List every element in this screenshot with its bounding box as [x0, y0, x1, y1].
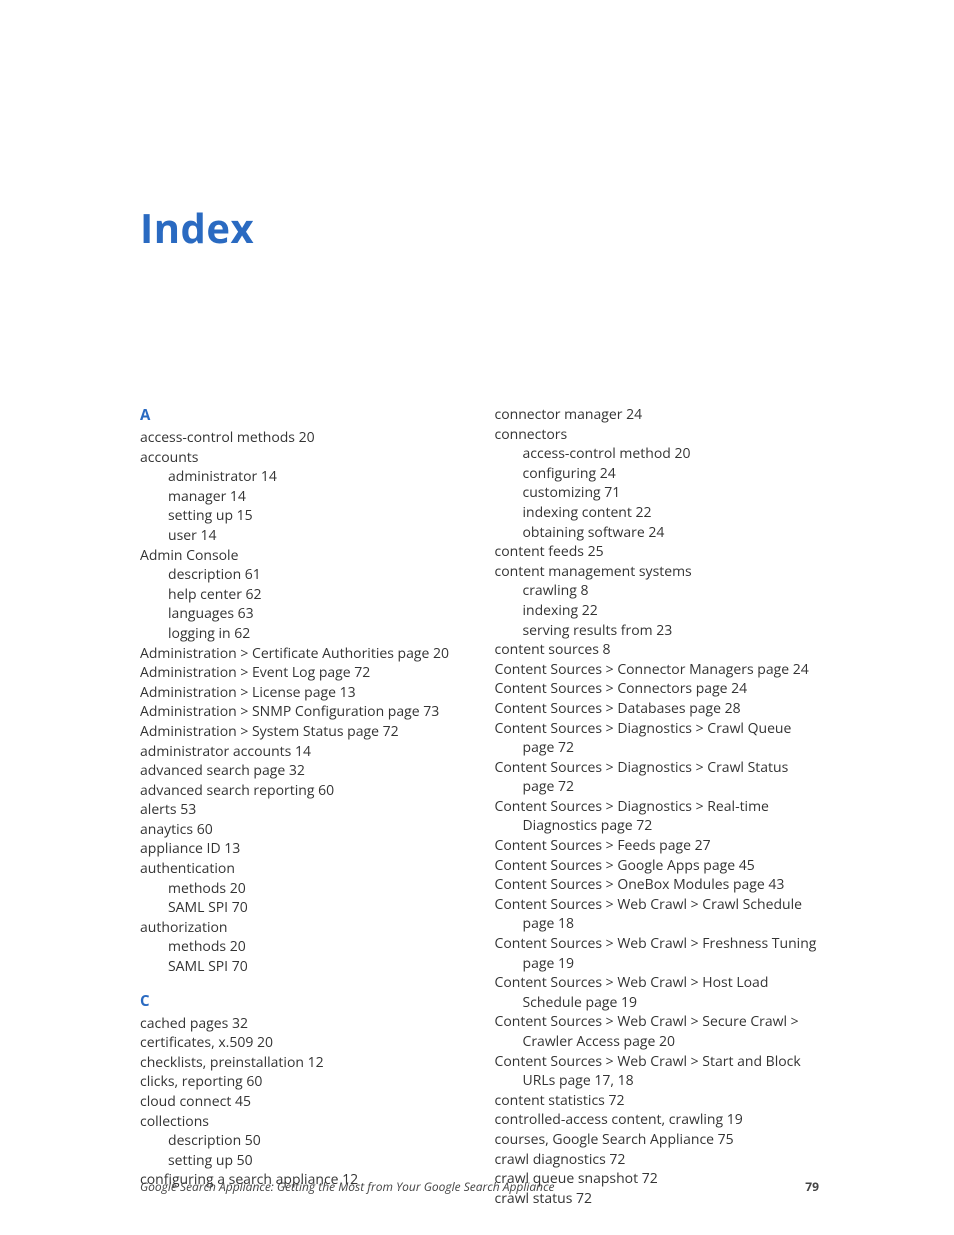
index-entry: administrator accounts 14 [140, 742, 465, 762]
index-subentry: indexing content 22 [495, 503, 820, 523]
index-entry: Content Sources > Web Crawl > Secure Cra… [495, 1012, 820, 1051]
index-entry: content management systems [495, 562, 820, 582]
index-entry: Administration > SNMP Configuration page… [140, 702, 465, 722]
index-entry: content statistics 72 [495, 1091, 820, 1111]
index-subentry: help center 62 [140, 585, 465, 605]
index-entry: connectors [495, 425, 820, 445]
index-subentry: manager 14 [140, 487, 465, 507]
index-subentry: indexing 22 [495, 601, 820, 621]
index-subentry: logging in 62 [140, 624, 465, 644]
index-entry: Administration > Certificate Authorities… [140, 644, 465, 664]
index-subentry: description 61 [140, 565, 465, 585]
index-entry: anaytics 60 [140, 820, 465, 840]
index-entry: certificates, x.509 20 [140, 1033, 465, 1053]
index-subentry: user 14 [140, 526, 465, 546]
index-entry: courses, Google Search Appliance 75 [495, 1130, 820, 1150]
index-entry: Content Sources > Connectors page 24 [495, 679, 820, 699]
index-entry: Content Sources > Web Crawl > Start and … [495, 1052, 820, 1091]
index-subentry: obtaining software 24 [495, 523, 820, 543]
index-subentry: access-control method 20 [495, 444, 820, 464]
index-subentry: SAML SPI 70 [140, 898, 465, 918]
index-entry: Content Sources > Web Crawl > Host Load … [495, 973, 820, 1012]
index-entry: Admin Console [140, 546, 465, 566]
index-entry: content sources 8 [495, 640, 820, 660]
section-letter-a: A [140, 405, 465, 426]
index-entry: Content Sources > Diagnostics > Crawl Qu… [495, 719, 820, 758]
index-entry: appliance ID 13 [140, 839, 465, 859]
index-entry: Administration > License page 13 [140, 683, 465, 703]
index-entry: advanced search reporting 60 [140, 781, 465, 801]
index-subentry: configuring 24 [495, 464, 820, 484]
index-subentry: serving results from 23 [495, 621, 820, 641]
index-subentry: setting up 15 [140, 506, 465, 526]
index-entry: Administration > System Status page 72 [140, 722, 465, 742]
index-entry: checklists, preinstallation 12 [140, 1053, 465, 1073]
document-page: Index Aaccess-control methods 20accounts… [0, 0, 954, 1235]
index-entry: clicks, reporting 60 [140, 1072, 465, 1092]
index-entry: connector manager 24 [495, 405, 820, 425]
index-entry: cloud connect 45 [140, 1092, 465, 1112]
index-subentry: description 50 [140, 1131, 465, 1151]
index-columns: Aaccess-control methods 20accountsadmini… [140, 405, 819, 1208]
index-entry: Content Sources > Connector Managers pag… [495, 660, 820, 680]
index-entry: Content Sources > Web Crawl > Freshness … [495, 934, 820, 973]
index-entry: Administration > Event Log page 72 [140, 663, 465, 683]
index-entry: crawl diagnostics 72 [495, 1150, 820, 1170]
page-footer: Google Search Appliance: Getting the Mos… [140, 1178, 819, 1195]
index-entry: Content Sources > Web Crawl > Crawl Sche… [495, 895, 820, 934]
index-subentry: languages 63 [140, 604, 465, 624]
index-entry: Content Sources > Databases page 28 [495, 699, 820, 719]
index-subentry: crawling 8 [495, 581, 820, 601]
index-entry: cached pages 32 [140, 1014, 465, 1034]
index-subentry: setting up 50 [140, 1151, 465, 1171]
index-entry: content feeds 25 [495, 542, 820, 562]
index-entry: Content Sources > OneBox Modules page 43 [495, 875, 820, 895]
index-subentry: administrator 14 [140, 467, 465, 487]
index-entry: Content Sources > Diagnostics > Real-tim… [495, 797, 820, 836]
index-entry: authentication [140, 859, 465, 879]
index-subentry: customizing 71 [495, 483, 820, 503]
index-entry: Content Sources > Diagnostics > Crawl St… [495, 758, 820, 797]
index-entry: Content Sources > Feeds page 27 [495, 836, 820, 856]
index-entry: advanced search page 32 [140, 761, 465, 781]
footer-page-number: 79 [805, 1178, 819, 1195]
index-entry: alerts 53 [140, 800, 465, 820]
index-entry: access-control methods 20 [140, 428, 465, 448]
index-subentry: methods 20 [140, 879, 465, 899]
index-entry: authorization [140, 918, 465, 938]
index-subentry: methods 20 [140, 937, 465, 957]
page-title: Index [140, 200, 819, 255]
index-entry: Content Sources > Google Apps page 45 [495, 856, 820, 876]
section-letter-c: C [140, 991, 465, 1012]
index-entry: controlled-access content, crawling 19 [495, 1110, 820, 1130]
index-entry: collections [140, 1112, 465, 1132]
footer-doc-title: Google Search Appliance: Getting the Mos… [140, 1178, 555, 1195]
index-subentry: SAML SPI 70 [140, 957, 465, 977]
index-entry: accounts [140, 448, 465, 468]
